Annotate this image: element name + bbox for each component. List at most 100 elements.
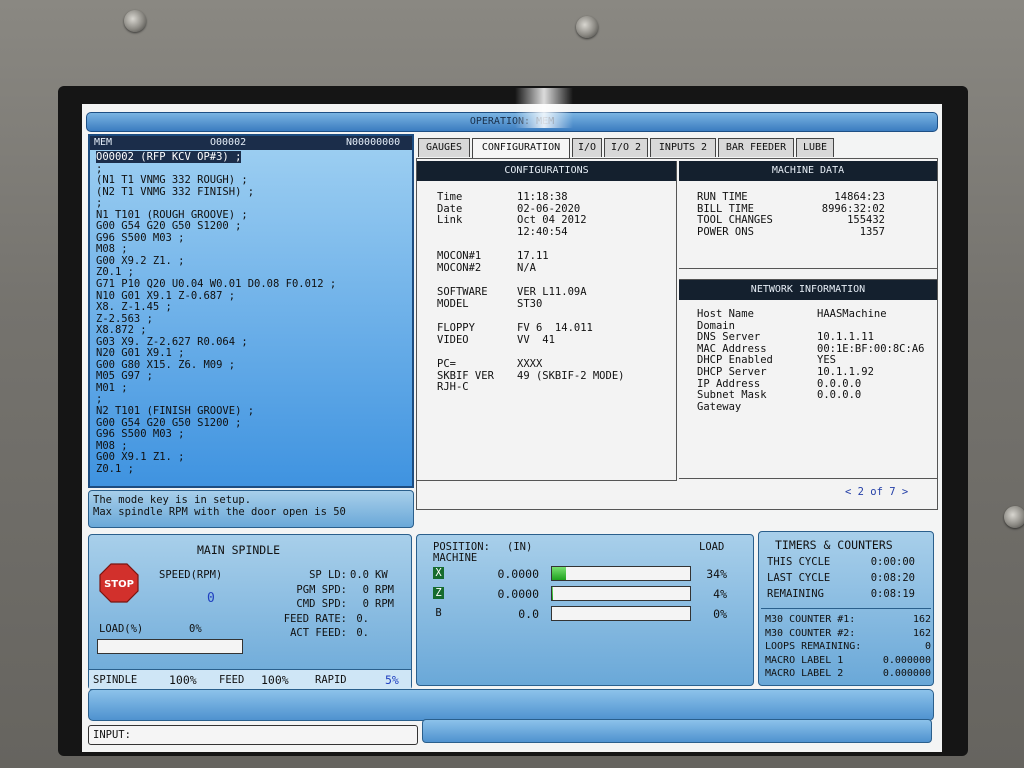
network-label: DHCP Enabled (697, 354, 773, 367)
input-field[interactable]: INPUT: (88, 725, 418, 745)
axis-load-value: 4% (713, 587, 727, 601)
counter-value: 0.000000 (882, 654, 931, 666)
tab-io[interactable]: I/O (572, 138, 602, 157)
axis-position: 0.0000 (497, 587, 539, 601)
input-label: INPUT: (93, 729, 131, 741)
timer-list: THIS CYCLE 0:00:00 LAST CYCLE 0:08:20 REMAIN… (759, 556, 935, 612)
program-line-text: N2 T101 (FINISH GROOVE) ; (96, 405, 255, 418)
message-line: Max spindle RPM with the door open is 50 (93, 506, 346, 518)
program-number: O00002 (210, 137, 247, 148)
speed-value: 0 (207, 591, 215, 606)
tab-gauges[interactable]: GAUGES (418, 138, 470, 157)
program-line-text: N10 G01 X9.1 Z-0.687 ; (96, 289, 236, 302)
counter-label: M30 COUNTER #2: (765, 627, 856, 639)
load-header: LOAD (699, 541, 725, 553)
override-feed-label: FEED (219, 674, 245, 686)
override-rapid-label: RAPID (315, 674, 347, 686)
screen-glare (515, 88, 573, 128)
spindle-stat-unit: RPM (375, 598, 394, 610)
tab-io-2[interactable]: I/O 2 (604, 138, 648, 157)
input-area (422, 719, 932, 743)
config-value: VV 41 (517, 333, 555, 346)
axis-load-fill (552, 587, 554, 600)
counter-value: 162 (912, 614, 931, 625)
sequence-number: N00000000 (346, 137, 401, 148)
network-value: 10.1.1.92 (817, 366, 874, 378)
config-label: RJH-C (437, 381, 469, 393)
config-value: 12:40:54 (517, 225, 568, 238)
config-value: 11:18:38 (517, 191, 568, 203)
program-line[interactable]: G96 S500 M03 ; (96, 428, 408, 441)
machine-data-value: 14864:23 (834, 191, 885, 203)
program-line-text: ; (96, 393, 103, 406)
config-value: FV 6 14.011 (517, 322, 593, 334)
axis-label: X (433, 567, 444, 579)
program-line[interactable]: M01 ; (96, 381, 408, 395)
tab-configuration[interactable]: CONFIGURATION (472, 138, 570, 159)
timers-panel: TIMERS & COUNTERS THIS CYCLE 0:00:00 LAST … (758, 531, 934, 686)
timer-value: 0:08:19 (870, 588, 915, 600)
override-spindle-label: SPINDLE (93, 674, 138, 686)
spindle-stat-value: 0.0 (350, 569, 369, 581)
program-line-text: (N2 T1 VNMG 332 FINISH) ; (96, 185, 255, 198)
program-line[interactable]: G00 X9.2 Z1. ; (96, 255, 408, 268)
program-listing[interactable]: O00002 (RFP KCV OP#3) ;; (N1 T1 VNMG 332 … (96, 151, 408, 476)
timer-value: 0:08:20 (870, 572, 915, 584)
tab-lube[interactable]: LUBE (796, 138, 834, 157)
network-value: 10.1.1.11 (817, 331, 874, 344)
program-line-text: M05 G97 ; (96, 370, 153, 383)
axis-load-value: 0% (713, 607, 727, 621)
program-line[interactable]: G96 S500 M03 ; (96, 232, 408, 245)
machine-data-label: POWER ONS (697, 225, 754, 238)
program-line-text: G71 P10 Q20 U0.04 W0.01 D0.08 F0.012 ; (96, 278, 337, 291)
message-line: The mode key is in setup. (93, 494, 252, 506)
program-line[interactable]: G00 X9.1 Z1. ; (96, 451, 408, 464)
program-line-text: (N1 T1 VNMG 332 ROUGH) ; (96, 174, 248, 187)
network-label: DHCP Server (697, 366, 767, 378)
program-line[interactable]: O00002 (RFP KCV OP#3) ; (96, 151, 408, 164)
counter-label: M30 COUNTER #1: (765, 614, 856, 625)
message-panel: The mode key is in setup. Max spindle RP… (88, 490, 414, 528)
program-line[interactable]: Z0.1 ; (96, 462, 408, 476)
configurations-section: CONFIGURATIONS Time 11:18:38 Date 02-06-202… (417, 161, 677, 481)
program-panel[interactable]: MEM O00002 N00000000 O00002 (RFP KCV OP#… (88, 134, 414, 488)
config-value: 17.11 (517, 250, 549, 262)
machine-data-value: 8996:32:02 (821, 202, 885, 215)
config-label: Link (437, 214, 463, 226)
override-spindle-value: 100% (169, 673, 197, 687)
spindle-load-bar (97, 639, 243, 654)
main-spindle-panel: MAIN SPINDLE STOP SPEED(RPM) 0 SP LD: 0.0… (88, 534, 412, 690)
network-value: 00:1E:BF:00:8C:A6 (817, 342, 925, 355)
configurations-title: CONFIGURATIONS (417, 161, 676, 181)
program-line[interactable]: (N2 T1 VNMG 332 FINISH) ; (96, 185, 408, 199)
spindle-stat-label: PGM SPD: (296, 583, 347, 596)
machine-data-label: RUN TIME (697, 191, 748, 203)
program-line-text: M08 ; (96, 439, 128, 452)
stop-icon: STOP (99, 563, 139, 603)
tab-bar-feeder[interactable]: BAR FEEDER (718, 138, 794, 157)
override-rapid-value: 5% (385, 673, 399, 687)
spindle-stat-value: 0 (362, 598, 369, 610)
program-line-text: Z0.1 ; (96, 462, 134, 475)
axis-load-fill (552, 567, 566, 580)
position-units: (IN) (507, 541, 533, 553)
program-line-text: G96 S500 M03 ; (96, 428, 185, 441)
page-navigator[interactable]: < 2 of 7 > (845, 486, 908, 498)
config-value: 49 (SKBIF-2 MODE) (517, 369, 625, 382)
axis-label: Z (433, 587, 444, 599)
config-label: FLOPPY (437, 322, 475, 334)
network-value: 0.0.0.0 (817, 377, 862, 390)
config-value: XXXX (517, 358, 543, 370)
network-label: IP Address (697, 377, 761, 390)
config-label: SOFTWARE (437, 286, 488, 298)
program-line[interactable]: M05 G97 ; (96, 371, 408, 383)
spindle-stats: SP LD: 0.0 KW PGM SPD: 0 RPM CMD SPD: 0 RPM FEED … (259, 569, 409, 649)
tab-inputs-2[interactable]: INPUTS 2 (650, 138, 716, 157)
timer-label: REMAINING (767, 588, 824, 600)
program-line-text: O00002 (RFP KCV OP#3) ; (96, 151, 242, 163)
axis-load-bar (551, 606, 691, 621)
config-label: MODEL (437, 297, 469, 310)
program-line-text: M01 ; (96, 381, 128, 394)
program-line-text: Z-2.563 ; (96, 312, 153, 325)
config-value: N/A (517, 261, 536, 274)
